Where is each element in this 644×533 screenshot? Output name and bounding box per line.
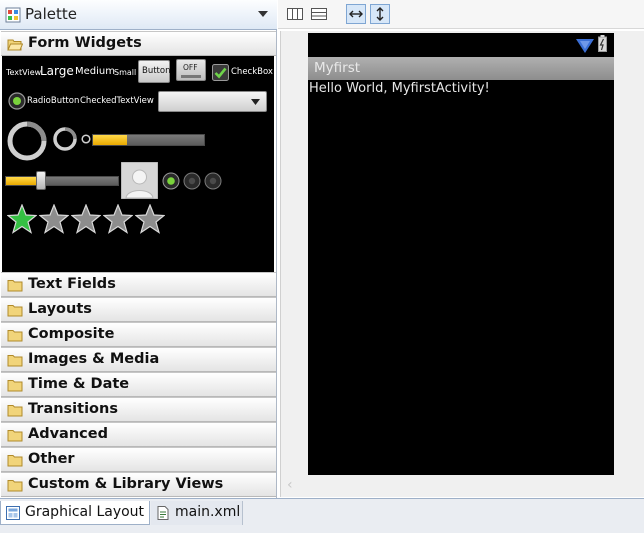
widget-checked-text-view[interactable]: CheckedTextView [80, 96, 154, 106]
category-label: Composite [28, 326, 115, 342]
layout-columns-button[interactable] [285, 4, 305, 24]
widget-medium-text[interactable]: Medium [75, 66, 115, 77]
category-transitions[interactable]: Transitions [1, 397, 276, 422]
category-composite[interactable]: Composite [1, 322, 276, 347]
rating-star-filled-icon[interactable] [7, 204, 37, 234]
rating-star-empty-icon[interactable] [135, 204, 165, 234]
palette-panel: Palette Form Widgets TextView Large Medi… [0, 0, 277, 498]
category-label: Form Widgets [28, 35, 142, 51]
editor-toolbar [278, 0, 644, 29]
progress-fill [93, 135, 127, 145]
layout-rows-button[interactable] [309, 4, 329, 24]
seek-bar[interactable] [5, 176, 119, 186]
widget-spinner[interactable] [158, 91, 267, 112]
widget-radio-button-label: RadioButton [27, 96, 80, 106]
folder-icon [7, 430, 23, 442]
folder-icon [7, 330, 23, 342]
folder-open-icon [7, 39, 23, 51]
toggle-indicator [181, 75, 201, 78]
widget-small-text[interactable]: Small [114, 68, 136, 77]
tab-label: main.xml [175, 504, 241, 520]
widget-checkbox-label: CheckBox [231, 67, 273, 77]
palette-title: Palette [25, 5, 77, 23]
tab-graphical-layout[interactable]: Graphical Layout [0, 501, 150, 525]
palette-header: Palette [0, 0, 277, 30]
category-label: Time & Date [28, 376, 130, 392]
widget-button-label: Button [142, 66, 171, 76]
radio-group-option-icon[interactable] [204, 172, 222, 190]
layout-canvas[interactable]: Myfirst Hello World, MyfirstActivity! ‹ [280, 31, 644, 497]
layout-editor: Myfirst Hello World, MyfirstActivity! ‹ [278, 0, 644, 498]
palette-icon [5, 7, 21, 23]
folder-icon [7, 305, 23, 317]
radio-group-selected-icon[interactable] [162, 172, 180, 190]
folder-icon [7, 280, 23, 292]
widget-textview[interactable]: TextView [6, 68, 41, 77]
fill-height-button[interactable] [370, 4, 390, 24]
signal-icon [576, 39, 594, 53]
scroll-left-icon[interactable]: ‹ [287, 477, 293, 493]
checkbox-icon[interactable] [212, 64, 229, 81]
app-title-bar: Myfirst [308, 57, 614, 80]
category-other[interactable]: Other [1, 447, 276, 472]
graphical-layout-icon [6, 506, 20, 520]
rating-star-empty-icon[interactable] [39, 204, 69, 234]
folder-icon [7, 480, 23, 492]
category-label: Text Fields [28, 276, 116, 292]
app-title: Myfirst [314, 60, 361, 76]
dropdown-arrow-icon [251, 99, 260, 105]
battery-icon [598, 35, 607, 52]
category-form-widgets[interactable]: Form Widgets [1, 31, 276, 56]
hello-text-view[interactable]: Hello World, MyfirstActivity! [309, 81, 490, 96]
seek-bar-thumb[interactable] [36, 171, 46, 190]
folder-icon [7, 455, 23, 467]
view-menu-icon[interactable] [257, 6, 269, 22]
vertical-arrows-icon [376, 7, 384, 21]
tab-main-xml[interactable]: main.xml [151, 501, 243, 525]
rows-icon [311, 8, 327, 20]
form-widgets-grid: TextView Large Medium Small Button OFF C… [2, 56, 274, 273]
fill-width-button[interactable] [346, 4, 366, 24]
category-label: Images & Media [28, 351, 160, 367]
horizontal-arrows-icon [349, 10, 363, 18]
device-screen-preview[interactable]: Myfirst Hello World, MyfirstActivity! [308, 33, 614, 475]
rating-star-empty-icon[interactable] [103, 204, 133, 234]
category-advanced[interactable]: Advanced [1, 422, 276, 447]
large-progress-spinner[interactable] [6, 120, 48, 162]
xml-file-icon [157, 506, 169, 520]
widget-large-text[interactable]: Large [40, 64, 74, 78]
editor-tabs: Graphical Layout main.xml [0, 498, 644, 533]
tab-label: Graphical Layout [25, 504, 145, 520]
category-text-fields[interactable]: Text Fields [1, 272, 276, 297]
folder-icon [7, 405, 23, 417]
category-label: Other [28, 451, 75, 467]
category-label: Custom & Library Views [28, 476, 224, 492]
folder-icon [7, 380, 23, 392]
image-view-icon[interactable] [121, 162, 158, 199]
category-label: Transitions [28, 401, 118, 417]
category-label: Layouts [28, 301, 92, 317]
folder-icon [7, 355, 23, 367]
rating-star-empty-icon[interactable] [71, 204, 101, 234]
medium-progress-spinner[interactable] [52, 126, 78, 152]
horizontal-progress-bar[interactable] [92, 134, 205, 146]
widget-toggle-label: OFF [183, 63, 198, 72]
widget-toggle-button[interactable]: OFF [176, 59, 206, 81]
category-layouts[interactable]: Layouts [1, 297, 276, 322]
small-progress-spinner[interactable] [81, 134, 91, 144]
category-label: Advanced [28, 426, 108, 442]
columns-icon [287, 8, 303, 20]
widget-button[interactable]: Button [138, 60, 170, 83]
category-images-media[interactable]: Images & Media [1, 347, 276, 372]
radio-button-icon[interactable] [8, 92, 26, 110]
category-time-date[interactable]: Time & Date [1, 372, 276, 397]
radio-group-option-icon[interactable] [183, 172, 201, 190]
category-custom-library-views[interactable]: Custom & Library Views [1, 472, 276, 497]
